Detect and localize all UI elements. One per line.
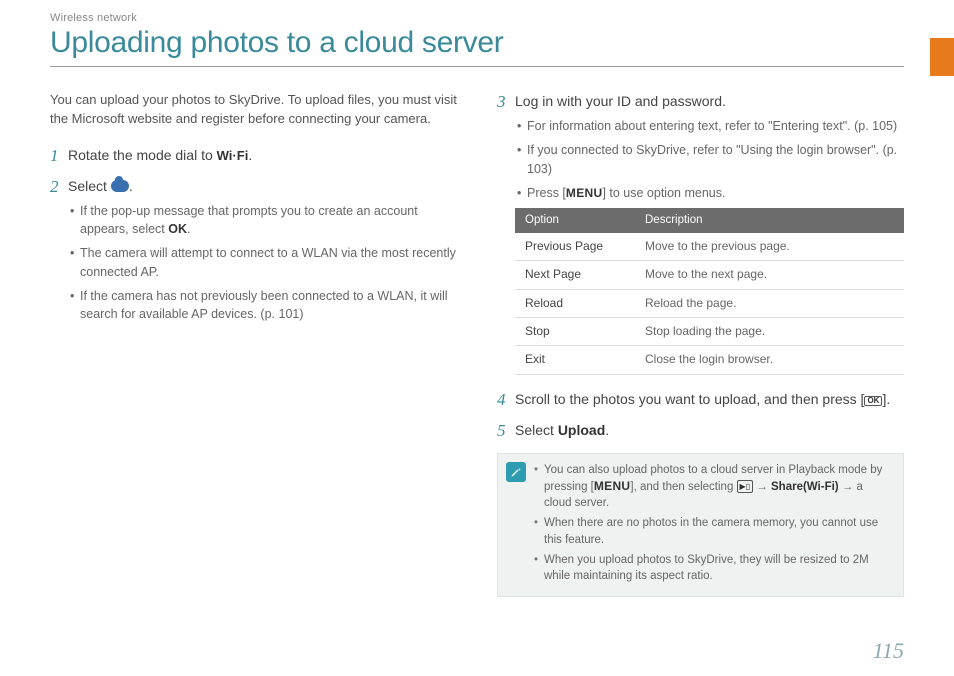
step-body: Rotate the mode dial to Wi·Fi. — [68, 145, 457, 166]
option-desc: Move to the next page. — [635, 261, 904, 289]
bullet-post: . — [187, 222, 190, 236]
step-3-bullets: For information about entering text, ref… — [515, 117, 904, 202]
share-icon: ▶▯ — [737, 480, 754, 493]
pen-icon — [506, 462, 526, 482]
bullet: Press [MENU] to use option menus. — [517, 184, 904, 202]
note-item: When there are no photos in the camera m… — [534, 515, 893, 547]
bullet: If you connected to SkyDrive, refer to "… — [517, 141, 904, 177]
table-row: StopStop loading the page. — [515, 317, 904, 345]
options-table: Option Description Previous PageMove to … — [515, 208, 904, 375]
note-box: You can also upload photos to a cloud se… — [497, 453, 904, 597]
wifi-icon: Wi·Fi — [217, 148, 249, 163]
step-4: 4 Scroll to the photos you want to uploa… — [497, 389, 904, 410]
option-name: Reload — [515, 289, 635, 317]
note-mid1: ], and then selecting — [630, 481, 736, 493]
step-number: 5 — [497, 420, 515, 441]
page: Wireless network Uploading photos to a c… — [0, 0, 954, 676]
table-header-description: Description — [635, 208, 904, 233]
step-text-pre: Rotate the mode dial to — [68, 147, 217, 163]
bullet: If the camera has not previously been co… — [70, 287, 457, 323]
note-list: You can also upload photos to a cloud se… — [534, 454, 903, 596]
option-desc: Stop loading the page. — [635, 317, 904, 345]
bullet: If the pop-up message that prompts you t… — [70, 202, 457, 238]
option-name: Next Page — [515, 261, 635, 289]
step-2-bullets: If the pop-up message that prompts you t… — [68, 202, 457, 323]
content-columns: You can upload your photos to SkyDrive. … — [50, 91, 904, 597]
bullet-bold: OK — [168, 222, 187, 236]
step-title: Select . — [68, 176, 457, 196]
step-bold: Upload — [558, 422, 605, 438]
bullet-pre: Press [ — [527, 186, 566, 200]
step-number: 4 — [497, 389, 515, 410]
table-row: ReloadReload the page. — [515, 289, 904, 317]
bullet-pre: If the pop-up message that prompts you t… — [80, 204, 418, 236]
step-number: 3 — [497, 91, 515, 375]
option-name: Previous Page — [515, 233, 635, 261]
note-item: You can also upload photos to a cloud se… — [534, 462, 893, 511]
step-text-pre: Select — [515, 422, 558, 438]
note-mid2: → — [753, 481, 771, 493]
step-number: 1 — [50, 145, 68, 166]
step-body: Select . If the pop-up message that prom… — [68, 176, 457, 329]
option-name: Exit — [515, 346, 635, 374]
cloud-icon — [111, 180, 129, 192]
option-desc: Move to the previous page. — [635, 233, 904, 261]
step-1: 1 Rotate the mode dial to Wi·Fi. — [50, 145, 457, 166]
step-body: Log in with your ID and password. For in… — [515, 91, 904, 375]
step-number: 2 — [50, 176, 68, 329]
option-desc: Reload the page. — [635, 289, 904, 317]
note-bold: Share(Wi-Fi) — [771, 481, 839, 493]
page-title: Uploading photos to a cloud server — [50, 26, 904, 60]
right-column: 3 Log in with your ID and password. For … — [497, 91, 904, 597]
table-header-option: Option — [515, 208, 635, 233]
step-2: 2 Select . If the pop-up message that pr… — [50, 176, 457, 329]
step-text-pre: Scroll to the photos you want to upload,… — [515, 391, 864, 407]
step-text-post: . — [605, 422, 609, 438]
left-column: You can upload your photos to SkyDrive. … — [50, 91, 457, 597]
bullet-post: ] to use option menus. — [602, 186, 725, 200]
menu-icon: MENU — [594, 479, 631, 493]
step-body: Select Upload. — [515, 420, 904, 441]
step-text-pre: Select — [68, 178, 111, 194]
step-5: 5 Select Upload. — [497, 420, 904, 441]
note-icon-wrap — [498, 454, 534, 596]
intro-text: You can upload your photos to SkyDrive. … — [50, 91, 457, 129]
option-desc: Close the login browser. — [635, 346, 904, 374]
option-name: Stop — [515, 317, 635, 345]
menu-icon: MENU — [566, 186, 603, 200]
bullet: For information about entering text, ref… — [517, 117, 904, 135]
table-row: Previous PageMove to the previous page. — [515, 233, 904, 261]
step-3: 3 Log in with your ID and password. For … — [497, 91, 904, 375]
table-row: Next PageMove to the next page. — [515, 261, 904, 289]
page-number: 115 — [873, 638, 904, 664]
table-row: ExitClose the login browser. — [515, 346, 904, 374]
step-text-post: ]. — [882, 391, 890, 407]
step-body: Scroll to the photos you want to upload,… — [515, 389, 904, 410]
step-text-post: . — [248, 147, 252, 163]
title-rule — [50, 66, 904, 67]
step-text-post: . — [129, 178, 133, 194]
ok-icon: OK — [864, 396, 882, 406]
breadcrumb: Wireless network — [50, 12, 904, 24]
header: Wireless network Uploading photos to a c… — [50, 12, 904, 67]
note-item: When you upload photos to SkyDrive, they… — [534, 552, 893, 584]
bullet: The camera will attempt to connect to a … — [70, 244, 457, 280]
step-title: Log in with your ID and password. — [515, 91, 904, 111]
